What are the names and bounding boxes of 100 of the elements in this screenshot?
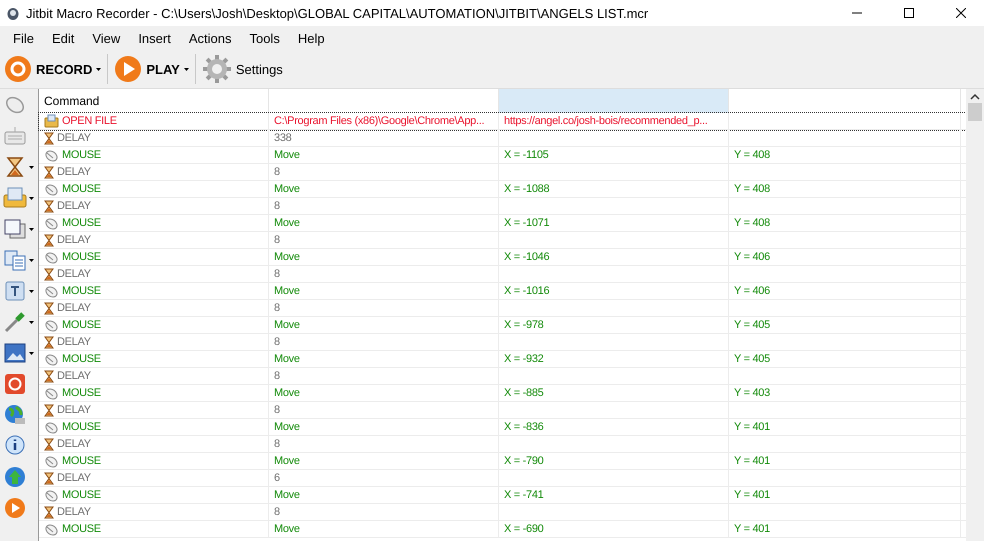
table-cell: X = -1071 <box>504 217 550 229</box>
menu-item[interactable]: Edit <box>42 30 84 46</box>
hourglass-icon <box>44 472 54 484</box>
table-cell: 8 <box>274 268 280 280</box>
table-cell: 8 <box>274 370 280 382</box>
command-cell: DELAY <box>57 166 91 178</box>
hourglass-icon <box>44 506 54 518</box>
command-cell: MOUSE <box>62 489 101 501</box>
command-cell: OPEN FILE <box>62 115 117 127</box>
table-cell: X = -836 <box>504 421 544 433</box>
play-button[interactable]: PLAY <box>112 52 191 86</box>
table-cell: Move <box>274 183 300 195</box>
scroll-thumb[interactable] <box>968 103 982 121</box>
command-cell: MOUSE <box>62 353 101 365</box>
table-cell: 8 <box>274 166 280 178</box>
table-cell: Move <box>274 353 300 365</box>
table-cell: Move <box>274 217 300 229</box>
record-icon <box>4 55 32 83</box>
table-cell: Move <box>274 149 300 161</box>
command-cell: MOUSE <box>62 319 101 331</box>
hourglass-icon <box>44 336 54 348</box>
command-cell: MOUSE <box>62 285 101 297</box>
table-cell: 6 <box>274 472 280 484</box>
table-cell: X = -1016 <box>504 285 550 297</box>
caret-icon <box>96 68 102 70</box>
table-cell: Y = 406 <box>734 285 770 297</box>
command-cell: MOUSE <box>62 387 101 399</box>
table-cell: 8 <box>274 200 280 212</box>
play-icon <box>114 55 142 83</box>
hourglass-icon <box>44 302 54 314</box>
table-cell: Y = 401 <box>734 455 770 467</box>
command-cell: MOUSE <box>62 523 101 535</box>
menu-item[interactable]: View <box>83 30 130 46</box>
printer-icon <box>3 186 27 210</box>
globe-upload-icon <box>3 465 27 489</box>
command-cell: DELAY <box>57 506 91 518</box>
command-cell: DELAY <box>57 132 91 144</box>
table-cell: Y = 405 <box>734 319 770 331</box>
caret-icon <box>29 166 34 168</box>
table-cell: https://angel.co/josh-bois/recommended_p... <box>504 115 708 127</box>
table-cell: 338 <box>274 132 292 144</box>
maximize-icon <box>904 8 914 18</box>
scrollbar[interactable] <box>966 89 984 541</box>
command-cell: MOUSE <box>62 421 101 433</box>
table-cell: Move <box>274 455 300 467</box>
caret-icon <box>29 228 34 230</box>
table-cell: X = -690 <box>504 523 544 535</box>
hourglass-icon <box>44 132 54 144</box>
command-cell: MOUSE <box>62 251 101 263</box>
hourglass-icon <box>44 166 54 178</box>
caret-icon <box>184 68 189 70</box>
scroll-up-icon[interactable] <box>970 93 980 101</box>
table-cell: X = -932 <box>504 353 544 365</box>
menu-item[interactable]: File <box>4 30 43 46</box>
window-title: Jitbit Macro Recorder - C:\Users\Josh\Desktop\GLOBAL CAPITAL\AUTOMATION\JITBIT\ANGELS LIST.mcr <box>26 6 650 20</box>
command-cell: MOUSE <box>62 149 101 161</box>
play-icon <box>3 496 27 520</box>
record-button[interactable]: RECORD <box>2 52 104 86</box>
command-cell: DELAY <box>57 404 91 416</box>
column-header[interactable] <box>499 89 729 113</box>
table-cell: Y = 408 <box>734 217 770 229</box>
menu-item[interactable]: Insert <box>129 30 180 46</box>
power-icon <box>3 372 27 396</box>
table-cell: X = -978 <box>504 319 544 331</box>
settings-icon <box>202 54 232 84</box>
table-cell: X = -1046 <box>504 251 550 263</box>
eyedropper-icon <box>3 310 27 334</box>
command-cell: DELAY <box>57 200 91 212</box>
settings-button[interactable]: Settings <box>200 52 285 86</box>
table-cell: Move <box>274 421 300 433</box>
table-cell: Y = 406 <box>734 251 770 263</box>
hourglass-icon <box>44 438 54 450</box>
table-cell: 8 <box>274 336 280 348</box>
command-cell: MOUSE <box>62 455 101 467</box>
command-cell: DELAY <box>57 268 91 280</box>
hourglass-icon <box>44 268 54 280</box>
table-cell: 8 <box>274 234 280 246</box>
table-cell: 8 <box>274 302 280 314</box>
table-cell: Y = 405 <box>734 353 770 365</box>
caret-icon <box>29 196 34 200</box>
command-cell: DELAY <box>57 336 91 348</box>
folder-icon <box>44 114 59 128</box>
command-cell: DELAY <box>57 438 91 450</box>
menu-item[interactable]: Help <box>288 30 334 46</box>
window-icon <box>3 217 27 241</box>
table-cell: Y = 401 <box>734 489 770 501</box>
globe-icon <box>3 403 27 427</box>
command-cell: DELAY <box>57 302 91 314</box>
table-cell: Move <box>274 251 300 263</box>
menu-item[interactable]: Tools <box>240 30 289 46</box>
table-cell: X = -741 <box>504 489 544 501</box>
command-cell: DELAY <box>57 370 91 382</box>
menu-item[interactable]: Actions <box>180 30 240 46</box>
caret-icon <box>29 352 34 354</box>
app-icon <box>6 5 20 21</box>
table-cell: Y = 403 <box>734 387 770 399</box>
table-cell: X = -790 <box>504 455 544 467</box>
command-cell: MOUSE <box>62 217 101 229</box>
table-cell: Y = 408 <box>734 183 770 195</box>
table-cell: 8 <box>274 438 280 450</box>
